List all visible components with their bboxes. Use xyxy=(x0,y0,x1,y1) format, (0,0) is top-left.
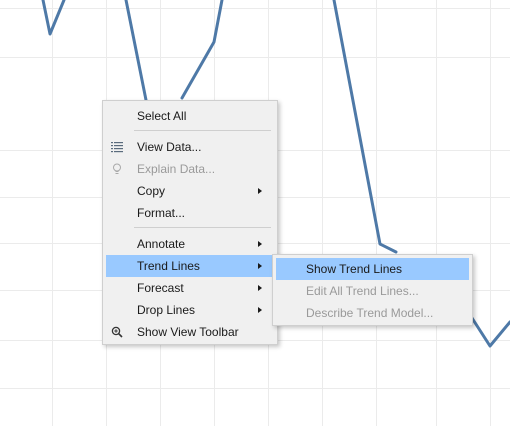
menu-item-label: Select All xyxy=(137,109,187,123)
view-data-icon xyxy=(111,141,123,153)
menu-item-label: Copy xyxy=(137,184,166,198)
menu-item-annotate[interactable]: Annotate xyxy=(106,233,274,255)
menu-separator xyxy=(134,130,271,131)
menu-item-view-data[interactable]: View Data... xyxy=(106,136,274,158)
submenu-arrow-icon xyxy=(258,285,262,291)
submenu-arrow-icon xyxy=(258,307,262,313)
submenu-arrow-icon xyxy=(258,241,262,247)
menu-item-explain-data[interactable]: Explain Data... xyxy=(106,158,274,180)
series-line[interactable] xyxy=(124,0,150,112)
menu-item-label: Format... xyxy=(137,206,186,220)
menu-item-label: Annotate xyxy=(137,237,186,251)
submenu-arrow-icon xyxy=(258,263,262,269)
menu-item-label: Describe Trend Model... xyxy=(306,306,434,320)
menu-item-select-all[interactable]: Select All xyxy=(106,105,274,127)
menu-item-label: Trend Lines xyxy=(137,259,200,273)
menu-item-label: Edit All Trend Lines... xyxy=(306,284,419,298)
zoom-icon xyxy=(111,326,123,338)
menu-item-forecast[interactable]: Forecast xyxy=(106,277,274,299)
submenu-arrow-icon xyxy=(258,188,262,194)
submenu-item-show-trend-lines[interactable]: Show Trend Lines xyxy=(276,258,469,280)
series-line[interactable] xyxy=(332,0,398,254)
series-line[interactable] xyxy=(41,0,66,36)
submenu-item-describe-trend-model[interactable]: Describe Trend Model... xyxy=(276,302,469,324)
lightbulb-icon xyxy=(111,163,123,175)
trend-lines-submenu: Show Trend Lines Edit All Trend Lines...… xyxy=(272,254,473,326)
menu-item-label: Forecast xyxy=(137,281,184,295)
menu-separator xyxy=(134,227,271,228)
menu-item-label: Explain Data... xyxy=(137,162,216,176)
menu-item-show-view-toolbar[interactable]: Show View Toolbar xyxy=(106,321,274,343)
menu-item-format[interactable]: Format... xyxy=(106,202,274,224)
menu-item-label: Show Trend Lines xyxy=(306,262,403,276)
menu-item-label: Drop Lines xyxy=(137,303,196,317)
menu-item-drop-lines[interactable]: Drop Lines xyxy=(106,299,274,321)
menu-item-trend-lines[interactable]: Trend Lines xyxy=(106,255,274,277)
menu-item-copy[interactable]: Copy xyxy=(106,180,274,202)
series-line[interactable] xyxy=(180,0,224,100)
submenu-item-edit-all-trend-lines[interactable]: Edit All Trend Lines... xyxy=(276,280,469,302)
context-menu: Select All View Data... Explain Data... … xyxy=(102,100,278,345)
menu-item-label: Show View Toolbar xyxy=(137,325,239,339)
menu-item-label: View Data... xyxy=(137,140,202,154)
